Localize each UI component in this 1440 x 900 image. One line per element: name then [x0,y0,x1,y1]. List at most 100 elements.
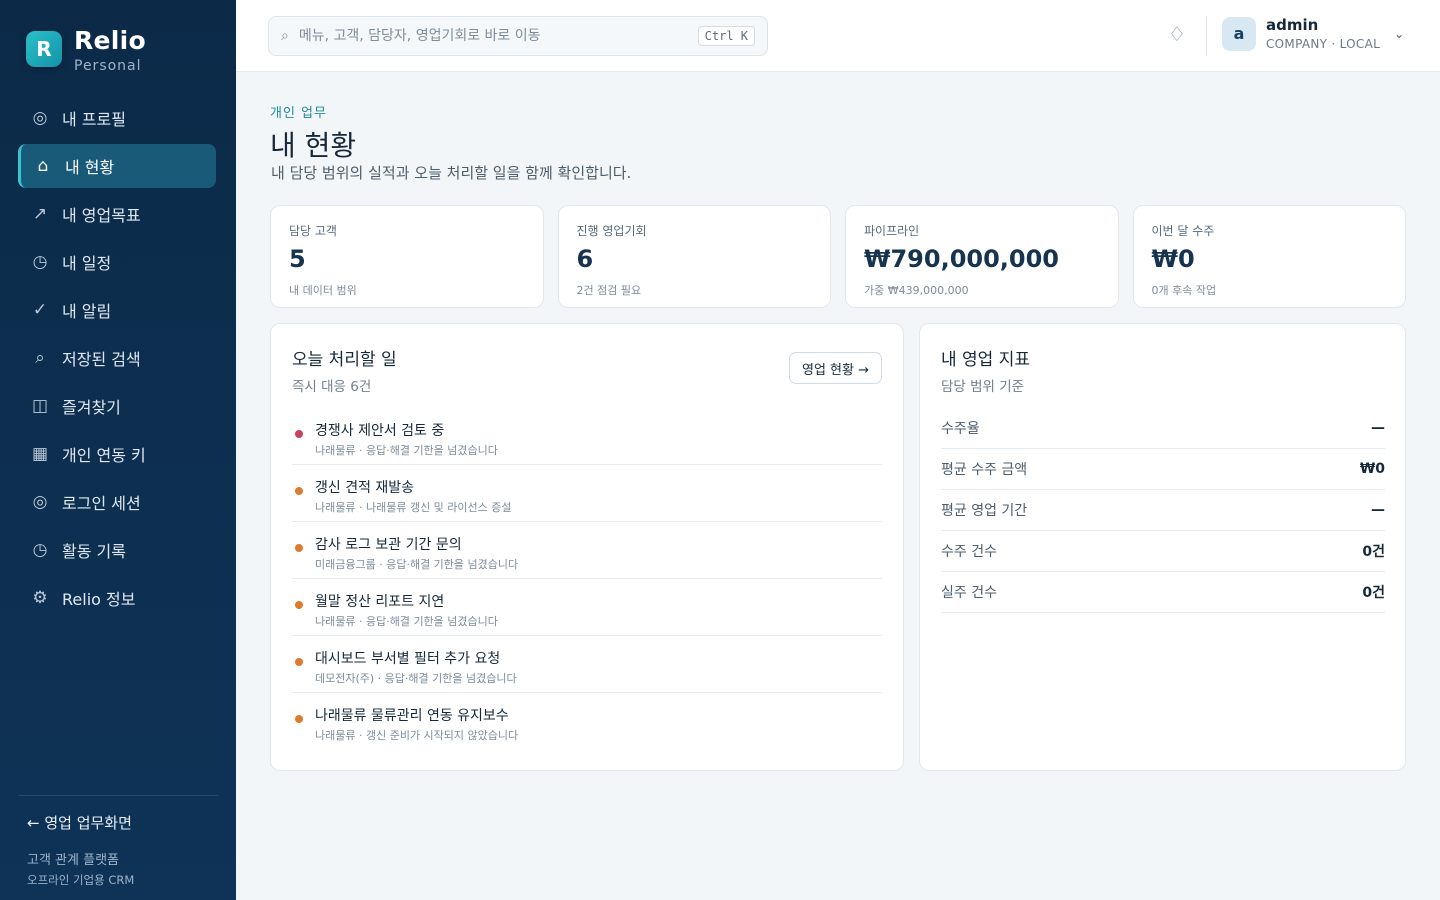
kpi-label: 수주 건수 [941,544,997,560]
page-title: 내 현황 [270,129,357,162]
list-item[interactable]: 감사 로그 보관 기간 문의 미래금융그룹 · 응답·해결 기한을 넘겼습니다 [292,522,882,579]
brand-name: Relio [74,26,147,55]
sidebar-item-saved-search[interactable]: ⌕ 저장된 검색 [18,336,216,380]
gear-icon: ⚙ [32,588,48,608]
list-item[interactable]: 갱신 견적 재발송 나래물류 · 나래물류 갱신 및 라이선스 증설 [292,465,882,522]
search-icon: ⌕ [35,348,45,368]
page-eyebrow: 개인 업무 [270,106,327,121]
stat-label: 이번 달 수주 [1151,224,1215,238]
sidebar-item-label: Relio 정보 [62,590,136,609]
stat-note: 가중 ₩439,000,000 [864,284,969,297]
sidebar-item-dashboard[interactable]: ⌂ 내 현황 [18,144,216,188]
sidebar-item-label: 내 일정 [62,254,112,273]
back-to-sales-link[interactable]: ← 영업 업무화면 [18,812,218,833]
notification-bell-icon[interactable]: ♢ [1168,22,1186,46]
sidebar: R Relio Personal ◎ 내 프로필 ⌂ 내 현황 ↗ 내 영업목표… [0,0,236,900]
home-icon: ⌂ [37,156,49,176]
user-info: admin COMPANY · LOCAL [1266,16,1380,51]
todo-text: 나래물류 물류관리 연동 유지보수 나래물류 · 갱신 준비가 시작되지 않았습… [315,705,518,743]
kpi-value: 0건 [1362,544,1385,560]
stat-note: 내 데이터 범위 [289,284,357,297]
list-item[interactable]: 나래물류 물류관리 연동 유지보수 나래물류 · 갱신 준비가 시작되지 않았습… [292,693,882,750]
sidebar-nav: ◎ 내 프로필 ⌂ 내 현황 ↗ 내 영업목표 ◷ 내 일정 ✓ 내 알림 ⌕ … [18,96,216,624]
sales-status-button[interactable]: 영업 현황 → [789,352,882,384]
stat-note: 0개 후속 작업 [1151,284,1217,297]
card-subtitle: 담당 범위 기준 [941,379,1025,395]
kpi-label: 평균 수주 금액 [941,462,1028,478]
sidebar-item-label: 로그인 세션 [62,494,141,513]
kpi-value: — [1371,420,1385,436]
target-icon: ◎ [32,492,48,512]
todo-meta: 나래물류 · 응답·해결 기한을 넘겼습니다 [315,444,498,457]
search-icon: ⌕ [281,28,289,44]
todo-card: 오늘 처리할 일 즉시 대응 6건 영업 현황 → 경쟁사 제안서 검토 중 나… [270,323,904,771]
stat-card-opportunities: 진행 영업기회 6 2건 점검 필요 [557,205,831,308]
kpi-list: 수주율 — 평균 수주 금액 ₩0 평균 영업 기간 — 수주 건수 0건 실주… [941,408,1385,613]
todo-text: 대시보드 부서별 필터 추가 요청 데모전자(주) · 응답·해결 기한을 넘겼… [315,648,517,686]
brand-text: Relio Personal [74,28,146,74]
stat-note: 2건 점검 필요 [576,284,642,297]
user-menu[interactable]: a admin COMPANY · LOCAL ⌄ [1222,16,1404,51]
status-dot [295,544,303,552]
target-icon: ◎ [32,108,48,128]
stat-label: 파이프라인 [864,224,920,238]
todo-title: 경쟁사 제안서 검토 중 [315,423,445,439]
list-item[interactable]: 월말 정산 리포트 지연 나래물류 · 응답·해결 기한을 넘겼습니다 [292,579,882,636]
kpi-row: 실주 건수 0건 [941,572,1385,613]
sidebar-item-profile[interactable]: ◎ 내 프로필 [18,96,216,140]
stat-value: 6 [576,245,594,273]
shortcut-badge: Ctrl K [697,26,755,46]
sidebar-item-label: 내 영업목표 [62,206,141,225]
avatar: a [1222,16,1256,51]
todo-title: 나래물류 물류관리 연동 유지보수 [315,708,509,724]
todo-meta: 데모전자(주) · 응답·해결 기한을 넘겼습니다 [315,672,517,685]
user-org: COMPANY · LOCAL [1266,37,1381,51]
footer-tagline: 고객 관계 플랫폼 [27,853,119,868]
sidebar-item-label: 저장된 검색 [62,350,141,369]
brand-sub: Personal [74,58,142,74]
status-dot [295,601,303,609]
todo-title: 갱신 견적 재발송 [315,480,415,496]
footer-subtagline: 오프라인 기업용 CRM [27,873,135,887]
list-item[interactable]: 대시보드 부서별 필터 추가 요청 데모전자(주) · 응답·해결 기한을 넘겼… [292,636,882,693]
sidebar-item-sales-goals[interactable]: ↗ 내 영업목표 [18,192,216,236]
kpi-label: 평균 영업 기간 [941,503,1028,519]
brand[interactable]: R Relio Personal [26,28,146,74]
chevron-down-icon: ⌄ [1394,26,1405,41]
todo-meta: 미래금융그룹 · 응답·해결 기한을 넘겼습니다 [315,558,519,571]
sidebar-item-schedule[interactable]: ◷ 내 일정 [18,240,216,284]
todo-title: 월말 정산 리포트 지연 [315,594,445,610]
sidebar-item-label: 개인 연동 키 [62,446,146,465]
brand-logo-icon: R [26,31,62,67]
todo-text: 월말 정산 리포트 지연 나래물류 · 응답·해결 기한을 넘겼습니다 [315,591,498,629]
sidebar-footer: ← 영업 업무화면 고객 관계 플랫폼 오프라인 기업용 CRM [18,795,218,888]
stat-value: 5 [289,245,306,273]
sidebar-item-api-keys[interactable]: ▦ 개인 연동 키 [18,432,216,476]
list-item[interactable]: 경쟁사 제안서 검토 중 나래물류 · 응답·해결 기한을 넘겼습니다 [292,408,882,465]
sidebar-item-activity[interactable]: ◷ 활동 기록 [18,528,216,572]
sidebar-item-favorites[interactable]: ◫ 즐겨찾기 [18,384,216,428]
search-box[interactable]: ⌕ Ctrl K [268,16,768,56]
sidebar-item-sessions[interactable]: ◎ 로그인 세션 [18,480,216,524]
stat-card-monthly-wins: 이번 달 수주 ₩0 0개 후속 작업 [1132,205,1406,308]
search-input[interactable] [298,28,679,44]
sidebar-item-about[interactable]: ⚙ Relio 정보 [18,576,216,620]
kpi-row: 수주율 — [941,408,1385,449]
check-icon: ✓ [32,300,48,320]
kpi-row: 평균 영업 기간 — [941,490,1385,531]
kpi-value: — [1371,502,1385,518]
stat-value: ₩790,000,000 [864,245,1059,273]
book-icon: ◫ [32,396,49,416]
card-subtitle: 즉시 대응 6건 [292,379,372,395]
sidebar-item-label: 내 현황 [65,158,115,177]
kpi-label: 수주율 [941,421,980,437]
status-dot [295,430,303,438]
stat-cards: 담당 고객 5 내 데이터 범위 진행 영업기회 6 2건 점검 필요 파이프라… [270,205,1406,308]
todo-meta: 나래물류 · 나래물류 갱신 및 라이선스 증설 [315,501,512,514]
clock-icon: ◷ [32,252,48,272]
card-title: 오늘 처리할 일 [292,350,397,370]
sidebar-item-notifications[interactable]: ✓ 내 알림 [18,288,216,332]
todo-list: 경쟁사 제안서 검토 중 나래물류 · 응답·해결 기한을 넘겼습니다 갱신 견… [292,408,882,750]
trend-arrow-icon: ↗ [32,204,48,224]
status-dot [295,487,303,495]
